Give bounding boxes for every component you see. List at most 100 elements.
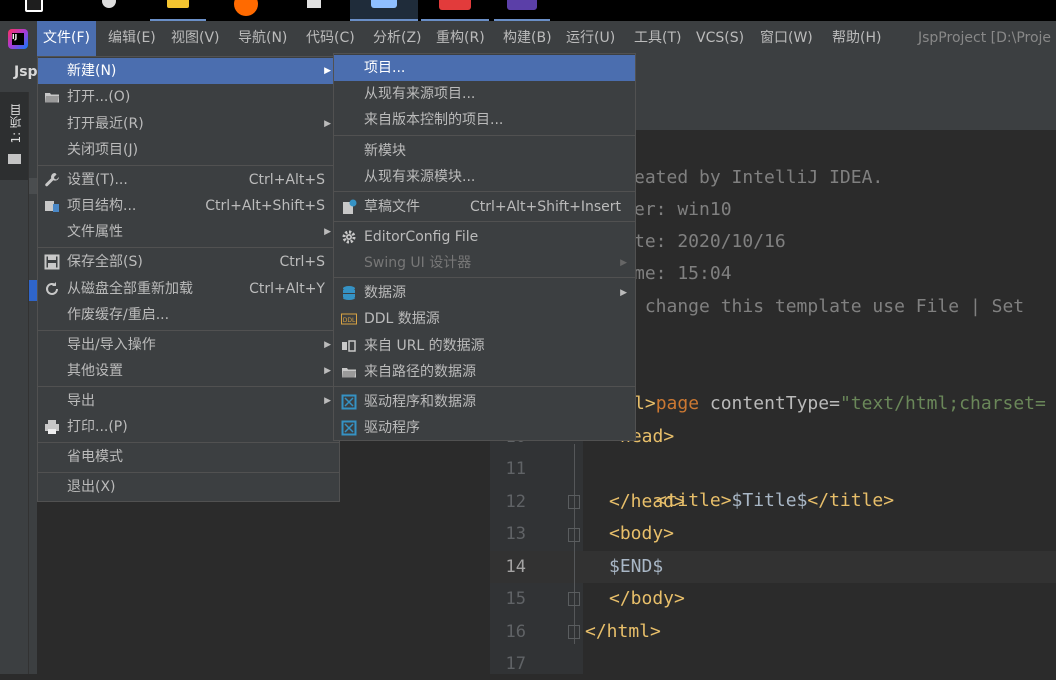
driver-icon bbox=[341, 420, 357, 436]
code-line: <body> bbox=[609, 523, 675, 544]
taskbar-app-icon[interactable] bbox=[15, 0, 53, 21]
code-comment-line: change this template use File | Set bbox=[634, 296, 1025, 317]
file-menu: 新建(N) ▶ 打开...(O) 打开最近(R) ▶ 关闭项目(J) 设置(T)..… bbox=[37, 56, 340, 502]
menu-item-shortcut: Ctrl+Alt+Shift+Insert bbox=[469, 199, 621, 215]
fold-marker-icon[interactable] bbox=[568, 592, 580, 606]
intellij-logo-icon[interactable]: IJ bbox=[8, 29, 28, 49]
menu-separator bbox=[334, 135, 635, 136]
menu-edit[interactable]: 编辑(E) bbox=[108, 21, 156, 56]
menu-item-label: 退出(X) bbox=[67, 479, 116, 495]
directive-attr: contentType= bbox=[699, 393, 840, 414]
menu-refactor[interactable]: 重构(R) bbox=[436, 21, 485, 56]
submenu-arrow-icon: ▶ bbox=[620, 288, 627, 298]
menu-item-shortcut: Ctrl+Alt+S bbox=[248, 172, 325, 188]
taskbar-app-icon[interactable] bbox=[350, 0, 418, 21]
menu-item-close-project[interactable]: 关闭项目(J) bbox=[38, 137, 339, 163]
menu-item-project-structure[interactable]: 项目结构... Ctrl+Alt+Shift+S bbox=[38, 193, 339, 219]
submenu-item-swing-ui-designer[interactable]: Swing UI 设计器 ▶ bbox=[334, 250, 635, 276]
submenu-item-data-source[interactable]: 数据源 ▶ bbox=[334, 280, 635, 306]
submenu-item-editorconfig[interactable]: EditorConfig File bbox=[334, 224, 635, 250]
submenu-arrow-icon: ▶ bbox=[324, 119, 331, 129]
menu-view[interactable]: 视图(V) bbox=[171, 21, 220, 56]
taskbar-app-icon[interactable] bbox=[86, 0, 132, 21]
taskbar-app-icon[interactable] bbox=[286, 0, 342, 21]
menu-item-label: DDL 数据源 bbox=[364, 311, 440, 327]
menu-item-label: 文件属性 bbox=[67, 224, 123, 240]
menu-run[interactable]: 运行(U) bbox=[566, 21, 615, 56]
menu-item-other-settings[interactable]: 其他设置 ▶ bbox=[38, 358, 339, 384]
menu-build[interactable]: 构建(B) bbox=[503, 21, 552, 56]
menu-item-label: 驱动程序和数据源 bbox=[364, 394, 476, 410]
menu-item-export[interactable]: 导出 ▶ bbox=[38, 388, 339, 414]
submenu-item-new-module[interactable]: 新模块 bbox=[334, 138, 635, 164]
menu-item-file-properties[interactable]: 文件属性 ▶ bbox=[38, 219, 339, 245]
line-number: 17 bbox=[505, 654, 526, 674]
menu-item-label: 项目结构... bbox=[67, 198, 137, 214]
menu-item-print[interactable]: 打印...(P) bbox=[38, 414, 339, 440]
menu-separator bbox=[334, 277, 635, 278]
menu-item-label: 新模块 bbox=[364, 143, 406, 159]
menu-item-manage-ide-settings[interactable]: 导出/导入操作 ▶ bbox=[38, 332, 339, 358]
menu-item-label: 打开...(O) bbox=[67, 89, 131, 105]
menu-item-shortcut: Ctrl+S bbox=[279, 254, 325, 270]
menu-item-label: 从现有来源模块... bbox=[364, 169, 476, 185]
menu-help[interactable]: 帮助(H) bbox=[832, 21, 881, 56]
taskbar-app-icon[interactable] bbox=[494, 0, 550, 21]
menu-item-new[interactable]: 新建(N) ▶ bbox=[38, 58, 339, 84]
taskbar-app-icon[interactable] bbox=[218, 0, 274, 21]
menu-item-invalidate-caches[interactable]: 作废缓存/重启... bbox=[38, 302, 339, 328]
submenu-item-project[interactable]: 项目... bbox=[334, 55, 635, 81]
menu-analyze[interactable]: 分析(Z) bbox=[373, 21, 422, 56]
taskbar-app-icon[interactable] bbox=[421, 0, 489, 21]
line-number: 13 bbox=[505, 524, 526, 544]
submenu-arrow-icon: ▶ bbox=[324, 396, 331, 406]
fold-marker-icon[interactable] bbox=[568, 625, 580, 639]
submenu-item-path-data-source[interactable]: 来自路径的数据源 bbox=[334, 359, 635, 385]
submenu-arrow-icon: ▶ bbox=[324, 227, 331, 237]
taskbar-app-icon[interactable] bbox=[150, 0, 206, 21]
project-structure-icon bbox=[45, 201, 59, 212]
menu-item-label: 草稿文件 bbox=[364, 199, 420, 215]
menu-code[interactable]: 代码(C) bbox=[306, 21, 355, 56]
tree-row[interactable] bbox=[29, 178, 37, 194]
submenu-item-drivers-and-data-sources[interactable]: 驱动程序和数据源 bbox=[334, 389, 635, 415]
menu-vcs[interactable]: VCS(S) bbox=[696, 21, 744, 56]
submenu-item-url-data-source[interactable]: 来自 URL 的数据源 bbox=[334, 333, 635, 359]
fold-marker-icon[interactable] bbox=[568, 528, 580, 542]
submenu-item-project-from-existing[interactable]: 从现有来源项目... bbox=[334, 81, 635, 107]
menu-item-exit[interactable]: 退出(X) bbox=[38, 474, 339, 500]
new-submenu: 项目... 从现有来源项目... 来自版本控制的项目... 新模块 从现有来源模… bbox=[333, 53, 636, 441]
menu-window[interactable]: 窗口(W) bbox=[760, 21, 813, 56]
menu-tools[interactable]: 工具(T) bbox=[634, 21, 681, 56]
menu-item-reload-all[interactable]: 从磁盘全部重新加载 Ctrl+Alt+Y bbox=[38, 276, 339, 302]
tree-row-selected[interactable] bbox=[29, 280, 37, 301]
menu-file[interactable]: 文件(F) bbox=[37, 21, 96, 56]
menu-item-open[interactable]: 打开...(O) bbox=[38, 84, 339, 110]
fold-marker-icon[interactable] bbox=[568, 495, 580, 509]
submenu-item-module-from-existing[interactable]: 从现有来源模块... bbox=[334, 164, 635, 190]
menu-navigate[interactable]: 导航(N) bbox=[238, 21, 287, 56]
code-line: <title>$Title$</title> bbox=[634, 453, 894, 511]
menu-item-power-save-mode[interactable]: 省电模式 bbox=[38, 444, 339, 470]
wrench-icon bbox=[45, 173, 59, 187]
submenu-item-ddl-data-source[interactable]: DDL DDL 数据源 bbox=[334, 306, 635, 332]
menu-item-save-all[interactable]: 保存全部(S) Ctrl+S bbox=[38, 249, 339, 275]
menu-item-open-recent[interactable]: 打开最近(R) ▶ bbox=[38, 111, 339, 137]
project-tool-tab[interactable]: 1: 项目 bbox=[0, 92, 28, 180]
submenu-item-project-from-vcs[interactable]: 来自版本控制的项目... bbox=[334, 107, 635, 133]
submenu-item-scratch-file[interactable]: 草稿文件 Ctrl+Alt+Shift+Insert bbox=[334, 194, 635, 220]
directive-value: "text/html;charset= bbox=[839, 393, 1046, 414]
menu-separator bbox=[38, 472, 339, 473]
menu-item-label: 省电模式 bbox=[67, 449, 123, 465]
menu-item-label: 其他设置 bbox=[67, 363, 123, 379]
code-line: </head> bbox=[609, 491, 685, 512]
breadcrumb-project[interactable]: Jsp bbox=[14, 64, 38, 80]
menu-item-settings[interactable]: 设置(T)... Ctrl+Alt+S bbox=[38, 167, 339, 193]
svg-text:DDL: DDL bbox=[343, 317, 356, 324]
submenu-item-drivers[interactable]: 驱动程序 bbox=[334, 415, 635, 441]
reload-icon bbox=[46, 282, 58, 295]
project-tool-tab-label: 1: 项目 bbox=[9, 104, 23, 144]
folder-datasource-icon bbox=[342, 368, 356, 378]
menu-separator bbox=[38, 442, 339, 443]
save-icon bbox=[44, 254, 60, 270]
